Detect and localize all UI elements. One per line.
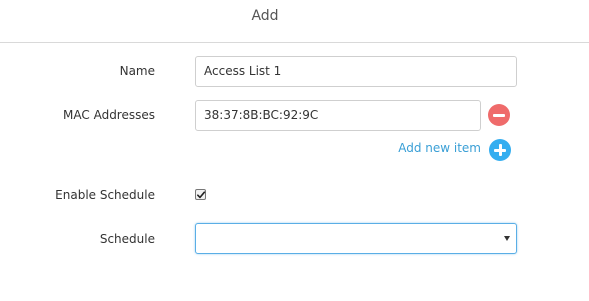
mac-address-input[interactable]: 38:37:8B:BC:92:9C xyxy=(195,100,481,131)
name-input[interactable]: Access List 1 xyxy=(195,56,517,87)
mac-addresses-label: MAC Addresses xyxy=(63,108,155,122)
add-new-item-link[interactable]: Add new item xyxy=(398,141,481,155)
enable-schedule-checkbox[interactable] xyxy=(195,189,206,200)
checkmark-icon xyxy=(197,191,206,199)
plus-icon-vertical xyxy=(498,144,502,156)
dialog-title: Add xyxy=(251,8,279,24)
dialog-header: Add xyxy=(0,0,589,43)
minus-icon xyxy=(493,113,505,117)
add-mac-button[interactable] xyxy=(489,139,511,161)
caret-down-icon xyxy=(504,236,510,241)
enable-schedule-label: Enable Schedule xyxy=(55,188,155,202)
schedule-label: Schedule xyxy=(99,232,155,246)
schedule-select[interactable] xyxy=(195,223,517,254)
remove-mac-button[interactable] xyxy=(488,104,510,126)
name-label: Name xyxy=(119,64,155,78)
